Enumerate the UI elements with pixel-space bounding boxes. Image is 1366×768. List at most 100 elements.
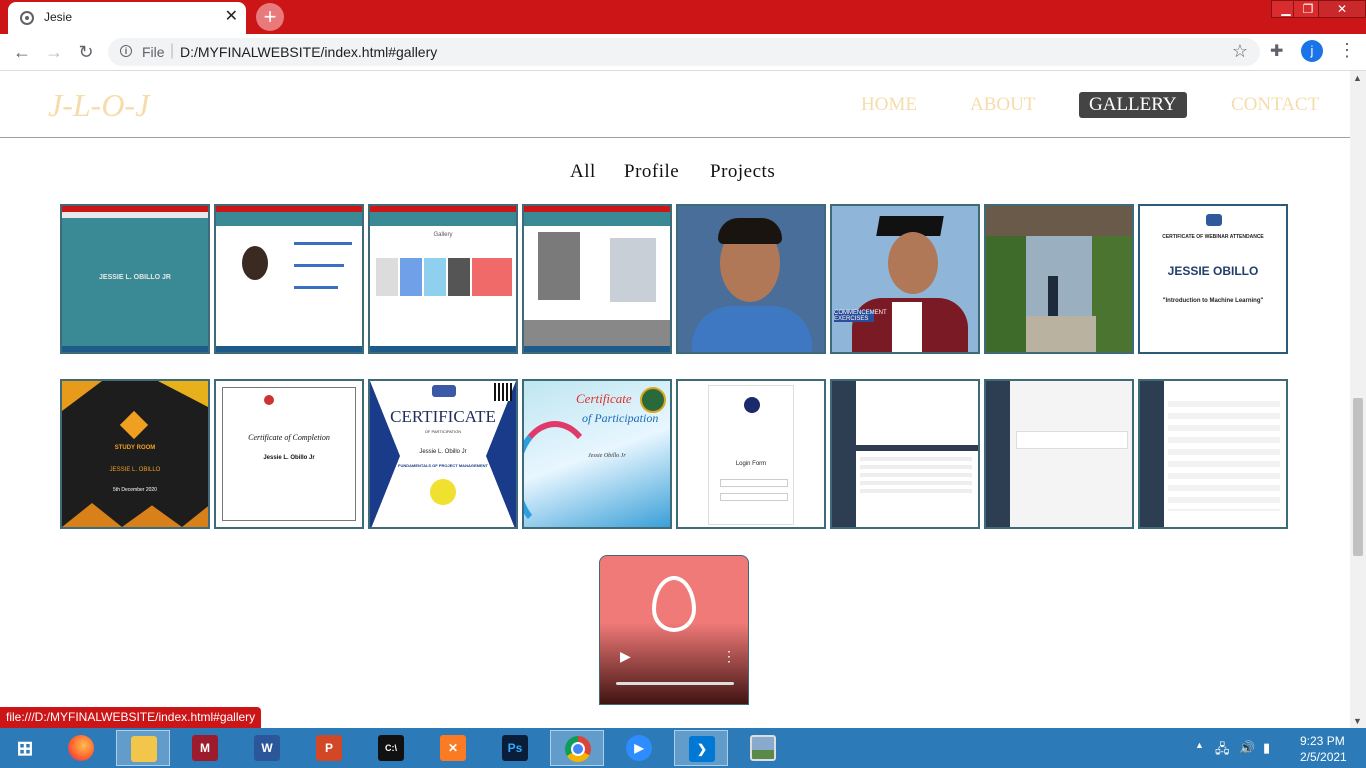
- certificate-title: Certificate: [576, 391, 632, 406]
- video-progress-bar[interactable]: [616, 682, 734, 685]
- page-scrollbar[interactable]: ▲ ▼: [1350, 71, 1366, 728]
- flame-icon: [652, 576, 696, 632]
- scroll-up-arrow-icon[interactable]: ▲: [1353, 73, 1362, 83]
- photoshop-icon: Ps: [502, 735, 528, 761]
- gallery-item-completion-certificate[interactable]: Certificate of Completion Jessie L. Obil…: [214, 379, 364, 529]
- browser-tab[interactable]: Jesie ✕: [8, 2, 246, 34]
- forward-arrow-icon[interactable]: →: [42, 40, 66, 64]
- mendeley-icon: M: [192, 735, 218, 761]
- url-scheme-label: File: [142, 44, 165, 60]
- nav-home[interactable]: HOME: [861, 94, 917, 116]
- certificate-name: JESSIE OBILLO: [1167, 264, 1259, 278]
- taskbar-file-explorer[interactable]: [116, 730, 170, 766]
- gallery-item-dashboard-1[interactable]: [830, 379, 980, 529]
- close-window-button[interactable]: ✕: [1318, 0, 1366, 18]
- seal-icon: [430, 479, 456, 505]
- certificate-date: 5th December 2020: [113, 487, 157, 493]
- tray-expand-icon[interactable]: ▲: [1195, 740, 1204, 750]
- gallery-item-website-contact[interactable]: [522, 204, 672, 354]
- filter-all[interactable]: All: [570, 161, 596, 183]
- qr-code-icon: [494, 383, 512, 401]
- powerpoint-icon: P: [316, 735, 342, 761]
- scrollbar-thumb[interactable]: [1353, 398, 1363, 556]
- new-tab-button[interactable]: +: [256, 3, 284, 31]
- tab-close-button[interactable]: ✕: [225, 7, 238, 27]
- certificate-title: CERTIFICATE: [390, 407, 496, 426]
- taskbar-xampp[interactable]: ✕: [426, 730, 480, 766]
- taskbar-word[interactable]: W: [240, 730, 294, 766]
- globe-icon: [20, 11, 34, 25]
- gallery-item-dashboard-3[interactable]: [1138, 379, 1288, 529]
- certificate-course: FUNDAMENTALS OF PROJECT MANAGEMENT: [398, 463, 488, 468]
- filter-projects[interactable]: Projects: [710, 161, 775, 183]
- firefox-icon: [68, 735, 94, 761]
- gallery-video-player[interactable]: ▶ ⋮: [599, 555, 749, 705]
- clock-date[interactable]: 2/5/2021: [1300, 750, 1347, 764]
- network-icon[interactable]: 🖧: [1215, 740, 1230, 762]
- reload-icon[interactable]: ↻: [74, 40, 98, 64]
- taskbar-mendeley[interactable]: M: [178, 730, 232, 766]
- profile-avatar[interactable]: j: [1301, 40, 1323, 62]
- terminal-icon: C:\: [378, 735, 404, 761]
- nav-gallery[interactable]: GALLERY: [1079, 92, 1187, 118]
- taskbar-zoom[interactable]: ▶: [612, 730, 666, 766]
- xampp-icon: ✕: [440, 735, 466, 761]
- gallery-item-graduation-photo[interactable]: COMMENCEMENT EXERCISES: [830, 204, 980, 354]
- taskbar-photoshop[interactable]: Ps: [488, 730, 542, 766]
- nav-contact[interactable]: CONTACT: [1231, 94, 1319, 116]
- url-text[interactable]: D:/MYFINALWEBSITE/index.html#gallery: [180, 44, 437, 60]
- certificate-subtitle: of Participation: [582, 411, 659, 425]
- gallery-item-website-gallery[interactable]: Gallery: [368, 204, 518, 354]
- taskbar-photos[interactable]: [736, 730, 790, 766]
- studyroom-logo-icon: [119, 410, 149, 440]
- site-logo[interactable]: J-L-O-J: [48, 87, 149, 124]
- scroll-down-arrow-icon[interactable]: ▼: [1353, 716, 1362, 726]
- taskbar-firefox[interactable]: [54, 730, 108, 766]
- thumb-caption: COMMENCEMENT EXERCISES: [834, 310, 887, 322]
- gallery-item-colorful-certificate[interactable]: Certificate of Participation Jessie Obil…: [522, 379, 672, 529]
- organization-logo-icon: [432, 385, 456, 397]
- video-menu-icon[interactable]: ⋮: [722, 648, 736, 665]
- info-icon[interactable]: i: [120, 45, 132, 57]
- gallery-item-login-form[interactable]: Login Form: [676, 379, 826, 529]
- thumb-caption: JESSIE L. OBILLO JR: [99, 274, 171, 281]
- gallery-item-garden-photo[interactable]: [984, 204, 1134, 354]
- login-title: Login Form: [735, 461, 767, 467]
- extensions-puzzle-icon[interactable]: ✚: [1270, 41, 1283, 61]
- nav-about[interactable]: ABOUT: [970, 94, 1035, 116]
- certificate-name: JESSIE L. OBILLO: [109, 467, 161, 473]
- taskbar-chrome[interactable]: [550, 730, 604, 766]
- web-page: J-L-O-J HOME ABOUT GALLERY CONTACT All P…: [0, 71, 1350, 728]
- gallery-item-studyroom-certificate[interactable]: STUDY ROOM JESSIE L. OBILLO 5th December…: [60, 379, 210, 529]
- start-button[interactable]: ⊞: [0, 730, 54, 766]
- gallery-item-website-about[interactable]: [214, 204, 364, 354]
- gallery-item-portrait-photo[interactable]: [676, 204, 826, 354]
- gallery-item-website-home[interactable]: JESSIE L. OBILLO JR: [60, 204, 210, 354]
- play-button[interactable]: ▶: [620, 648, 631, 665]
- battery-icon[interactable]: ▮: [1263, 740, 1270, 756]
- certificate-title: STUDY ROOM: [114, 445, 156, 451]
- gallery-item-participation-certificate[interactable]: CERTIFICATE OF PARTICIPATION Jessie L. O…: [368, 379, 518, 529]
- filter-profile[interactable]: Profile: [624, 161, 679, 183]
- gallery-item-webinar-certificate[interactable]: CERTIFICATE OF WEBINAR ATTENDANCE JESSIE…: [1138, 204, 1288, 354]
- gallery-item-dashboard-2[interactable]: [984, 379, 1134, 529]
- school-logo-icon: [744, 397, 760, 413]
- browser-menu-icon[interactable]: ⋮: [1338, 40, 1356, 61]
- browser-title-bar: Jesie ✕ + ▁ ❐ ✕: [0, 0, 1366, 34]
- chrome-icon: [565, 736, 591, 762]
- back-arrow-icon[interactable]: ←: [10, 40, 34, 64]
- status-url-tooltip: file:///D:/MYFINALWEBSITE/index.html#gal…: [0, 707, 262, 728]
- taskbar-vscode[interactable]: ❯: [674, 730, 728, 766]
- bookmark-star-icon[interactable]: ☆: [1232, 41, 1248, 62]
- url-separator: |: [170, 42, 175, 59]
- browser-toolbar: ← → ↻ i File | D:/MYFINALWEBSITE/index.h…: [0, 34, 1366, 71]
- certificate-name: Jessie L. Obillo Jr: [263, 455, 315, 461]
- school-seal-icon: [640, 387, 666, 413]
- taskbar-powerpoint[interactable]: P: [302, 730, 356, 766]
- clock-time[interactable]: 9:23 PM: [1300, 734, 1345, 748]
- certificate-logo-icon: [1206, 214, 1222, 226]
- zoom-icon: ▶: [626, 735, 652, 761]
- address-bar[interactable]: i File | D:/MYFINALWEBSITE/index.html#ga…: [108, 38, 1260, 66]
- volume-icon[interactable]: 🔊: [1239, 740, 1255, 756]
- taskbar-cmd[interactable]: C:\: [364, 730, 418, 766]
